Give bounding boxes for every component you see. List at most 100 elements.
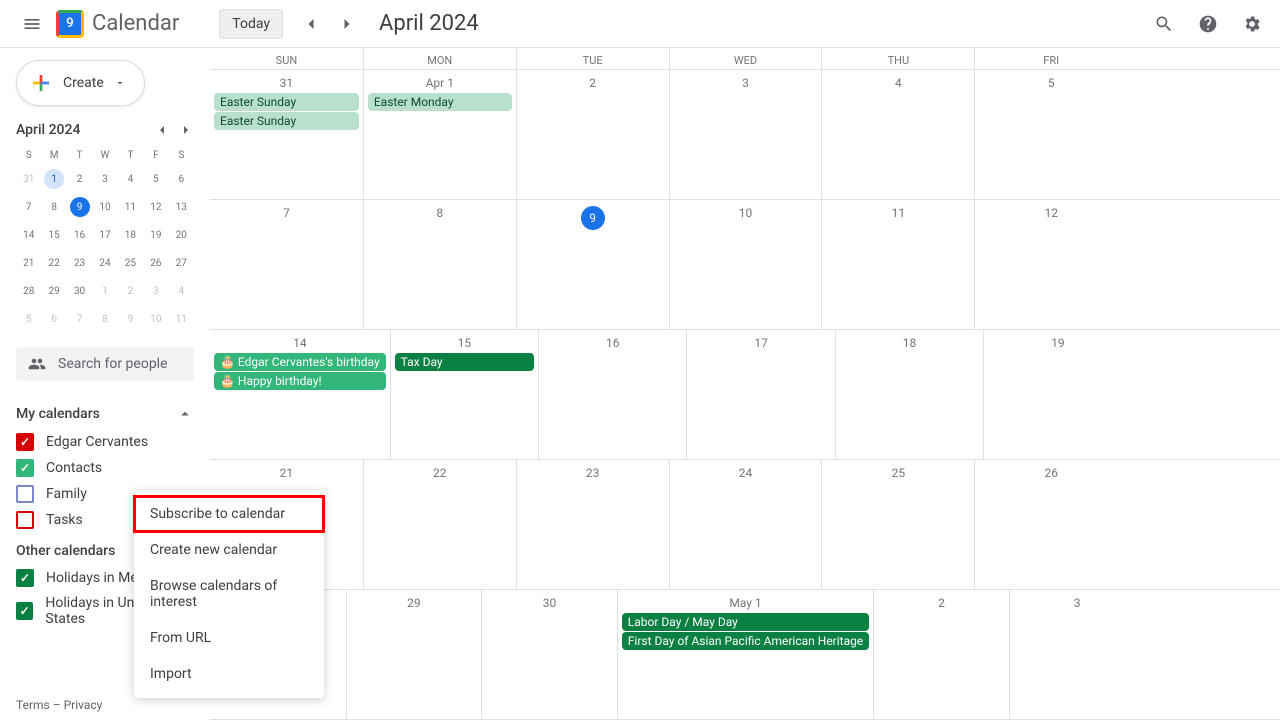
today-button[interactable]: Today [219, 9, 283, 39]
day-cell[interactable]: 14🎂 Edgar Cervantes's birthday🎂 Happy bi… [210, 330, 390, 459]
mini-day[interactable]: 6 [41, 305, 66, 333]
day-cell[interactable]: 15Tax Day [390, 330, 538, 459]
menu-import[interactable]: Import [134, 656, 324, 692]
mini-day[interactable]: 2 [67, 165, 92, 193]
mini-day[interactable]: 31 [16, 165, 41, 193]
event-chip[interactable]: Easter Sunday [214, 93, 359, 111]
menu-browse-calendars[interactable]: Browse calendars of interest [134, 568, 324, 620]
event-chip[interactable]: Easter Sunday [214, 112, 359, 130]
day-cell[interactable]: 4 [821, 70, 974, 199]
mini-day[interactable]: 9 [67, 193, 92, 221]
mini-day[interactable]: 16 [67, 221, 92, 249]
day-cell[interactable]: 3 [669, 70, 822, 199]
mini-day[interactable]: 21 [16, 249, 41, 277]
day-cell[interactable]: May 1Labor Day / May DayFirst Day of Asi… [617, 590, 873, 719]
mini-day[interactable]: 4 [169, 277, 194, 305]
mini-day[interactable]: 4 [118, 165, 143, 193]
my-calendars-header[interactable]: My calendars [16, 405, 194, 423]
day-cell[interactable]: 9 [516, 200, 669, 329]
calendar-item[interactable]: Edgar Cervantes [16, 429, 194, 455]
mini-day[interactable]: 5 [16, 305, 41, 333]
calendar-checkbox[interactable] [16, 569, 34, 587]
event-chip[interactable]: Easter Monday [368, 93, 512, 111]
menu-subscribe-to-calendar[interactable]: Subscribe to calendar [134, 496, 324, 532]
mini-day[interactable]: 23 [67, 249, 92, 277]
day-cell[interactable]: 5 [974, 70, 1127, 199]
day-cell[interactable]: 8 [363, 200, 516, 329]
mini-day[interactable]: 5 [143, 165, 168, 193]
mini-day[interactable]: 20 [169, 221, 194, 249]
day-cell[interactable]: 2 [516, 70, 669, 199]
mini-day[interactable]: 18 [118, 221, 143, 249]
menu-create-new-calendar[interactable]: Create new calendar [134, 532, 324, 568]
day-cell[interactable]: 26 [974, 460, 1127, 589]
calendar-checkbox[interactable] [16, 433, 34, 451]
day-cell[interactable]: 30 [481, 590, 617, 719]
day-cell[interactable]: 12 [974, 200, 1127, 329]
calendar-checkbox[interactable] [16, 511, 34, 529]
mini-day[interactable]: 11 [118, 193, 143, 221]
mini-next-button[interactable] [178, 122, 194, 138]
day-cell[interactable]: 29 [346, 590, 482, 719]
mini-day[interactable]: 7 [67, 305, 92, 333]
calendar-checkbox[interactable] [16, 602, 33, 620]
event-chip[interactable]: 🎂 Happy birthday! [214, 372, 386, 390]
day-cell[interactable]: 22 [363, 460, 516, 589]
mini-day[interactable]: 30 [67, 277, 92, 305]
mini-day[interactable]: 1 [92, 277, 117, 305]
mini-day[interactable]: 3 [92, 165, 117, 193]
mini-day[interactable]: 27 [169, 249, 194, 277]
day-cell[interactable]: Apr 1Easter Monday [363, 70, 516, 199]
create-button[interactable]: Create [16, 60, 145, 106]
day-cell[interactable]: 11 [821, 200, 974, 329]
mini-day[interactable]: 22 [41, 249, 66, 277]
day-cell[interactable]: 2 [873, 590, 1009, 719]
calendar-checkbox[interactable] [16, 485, 34, 503]
mini-day[interactable]: 7 [16, 193, 41, 221]
mini-prev-button[interactable] [154, 122, 170, 138]
mini-day[interactable]: 11 [169, 305, 194, 333]
mini-day[interactable]: 10 [143, 305, 168, 333]
mini-day[interactable]: 29 [41, 277, 66, 305]
mini-day[interactable]: 12 [143, 193, 168, 221]
day-cell[interactable]: 18 [835, 330, 983, 459]
day-cell[interactable]: 24 [669, 460, 822, 589]
mini-day[interactable]: 19 [143, 221, 168, 249]
day-cell[interactable]: 31Easter SundayEaster Sunday [210, 70, 363, 199]
mini-day[interactable]: 15 [41, 221, 66, 249]
day-cell[interactable]: 19 [983, 330, 1131, 459]
calendar-checkbox[interactable] [16, 459, 34, 477]
mini-day[interactable]: 8 [92, 305, 117, 333]
mini-day[interactable]: 13 [169, 193, 194, 221]
mini-day[interactable]: 28 [16, 277, 41, 305]
mini-day[interactable]: 26 [143, 249, 168, 277]
support-button[interactable] [1188, 4, 1228, 44]
event-chip[interactable]: Tax Day [395, 353, 534, 371]
day-cell[interactable]: 16 [538, 330, 686, 459]
privacy-link[interactable]: Privacy [64, 698, 103, 712]
menu-from-url[interactable]: From URL [134, 620, 324, 656]
next-period-button[interactable] [331, 8, 363, 40]
day-cell[interactable]: 23 [516, 460, 669, 589]
main-menu-button[interactable] [8, 0, 56, 48]
day-cell[interactable]: 17 [686, 330, 834, 459]
mini-day[interactable]: 9 [118, 305, 143, 333]
mini-day[interactable]: 2 [118, 277, 143, 305]
event-chip[interactable]: Labor Day / May Day [622, 613, 869, 631]
mini-day[interactable]: 17 [92, 221, 117, 249]
event-chip[interactable]: 🎂 Edgar Cervantes's birthday [214, 353, 386, 371]
day-cell[interactable]: 3 [1009, 590, 1145, 719]
terms-link[interactable]: Terms [16, 698, 50, 712]
calendar-item[interactable]: Contacts [16, 455, 194, 481]
event-chip[interactable]: First Day of Asian Pacific American Heri… [622, 632, 869, 650]
mini-day[interactable]: 8 [41, 193, 66, 221]
mini-day[interactable]: 1 [41, 165, 66, 193]
mini-day[interactable]: 14 [16, 221, 41, 249]
mini-day[interactable]: 3 [143, 277, 168, 305]
day-cell[interactable]: 10 [669, 200, 822, 329]
mini-day[interactable]: 24 [92, 249, 117, 277]
mini-day[interactable]: 10 [92, 193, 117, 221]
mini-day[interactable]: 25 [118, 249, 143, 277]
prev-period-button[interactable] [295, 8, 327, 40]
search-people-input[interactable]: Search for people [16, 347, 194, 381]
